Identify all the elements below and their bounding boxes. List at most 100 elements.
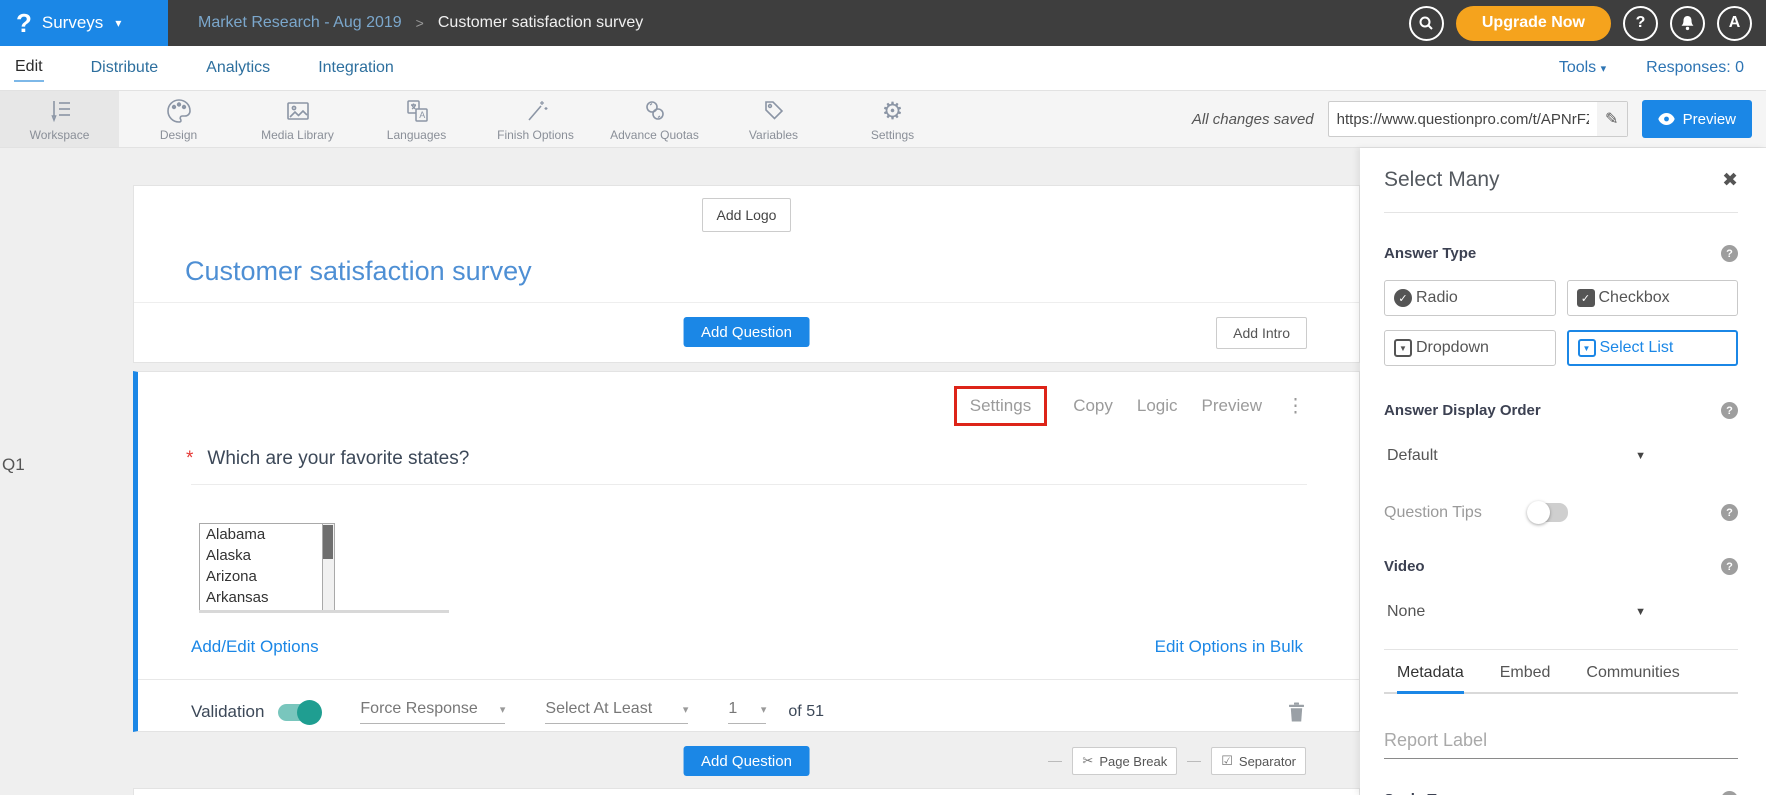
top-bar: ? Surveys ▾ Market Research - Aug 2019 >… (0, 0, 1766, 46)
editor-toolbar: Workspace Design Media Library A Languag… (0, 90, 1766, 148)
tab-metadata[interactable]: Metadata (1397, 664, 1464, 694)
toolbar-item-finish-options[interactable]: Finish Options (476, 91, 595, 147)
question-code: Q1 (2, 455, 25, 475)
help-icon[interactable]: ? (1721, 504, 1738, 521)
select-at-least-dropdown[interactable]: Select At Least ▾ (545, 700, 688, 724)
tab-embed[interactable]: Embed (1500, 664, 1551, 692)
required-asterisk: * (186, 448, 193, 470)
translate-icon: A (403, 96, 431, 126)
toolbar-item-settings[interactable]: ⚙ Settings (833, 91, 952, 147)
tools-menu[interactable]: Tools ▾ (1559, 59, 1606, 77)
toolbar-item-variables[interactable]: Variables (714, 91, 833, 147)
question-preview-action[interactable]: Preview (1202, 396, 1262, 416)
toolbar-item-workspace[interactable]: Workspace (0, 91, 119, 147)
chevron-down-icon: ▾ (500, 703, 506, 716)
dropdown-caret-icon: ▼ (1394, 339, 1412, 357)
toolbar-item-design[interactable]: Design (119, 91, 238, 147)
video-label: Video (1384, 558, 1425, 575)
video-dropdown[interactable]: None ▼ (1384, 603, 1646, 621)
add-logo-button[interactable]: Add Logo (702, 198, 792, 232)
responses-count[interactable]: Responses: 0 (1646, 59, 1744, 77)
page-break-button[interactable]: ✂ Page Break (1072, 747, 1177, 775)
add-question-button-bottom[interactable]: Add Question (683, 746, 810, 776)
connector-line (1048, 761, 1062, 762)
help-icon[interactable]: ? (1721, 245, 1738, 262)
metadata-tabs: Metadata Embed Communities (1384, 664, 1738, 694)
search-icon (1418, 15, 1434, 31)
select-list-caret-icon: ▼ (1578, 339, 1596, 357)
question-tips-toggle[interactable] (1528, 503, 1568, 522)
separator-button[interactable]: ☑ Separator (1211, 747, 1306, 775)
toolbar-item-languages[interactable]: A Languages (357, 91, 476, 147)
panel-title: Select Many (1384, 168, 1500, 192)
tab-communities[interactable]: Communities (1586, 664, 1679, 692)
list-scrollbar[interactable] (322, 524, 334, 610)
add-question-button-top[interactable]: Add Question (683, 317, 810, 347)
answer-select-list[interactable]: Alabama Alaska Arizona Arkansas (199, 523, 335, 611)
survey-canvas: Add Logo Customer satisfaction survey Ad… (133, 185, 1360, 795)
report-label-input[interactable] (1384, 726, 1738, 759)
answer-type-grid: ✓ Radio ✓ Checkbox ▼ Dropdown ▼ Select L… (1384, 280, 1738, 366)
edit-options-in-bulk-link[interactable]: Edit Options in Bulk (1155, 637, 1303, 657)
answer-underline (199, 610, 449, 613)
tag-icon (760, 96, 788, 126)
answer-type-radio[interactable]: ✓ Radio (1384, 280, 1556, 316)
survey-url-input[interactable] (1329, 111, 1597, 128)
validation-toggle[interactable] (278, 704, 320, 721)
eye-icon (1658, 113, 1675, 125)
toolbar-item-media-library[interactable]: Media Library (238, 91, 357, 147)
bell-icon (1680, 15, 1695, 31)
tab-edit[interactable]: Edit (14, 54, 44, 82)
help-icon[interactable]: ? (1721, 402, 1738, 419)
minimum-count-dropdown[interactable]: 1 ▾ (728, 700, 766, 724)
tab-integration[interactable]: Integration (317, 55, 395, 81)
answer-display-order-dropdown[interactable]: Default ▼ (1384, 447, 1646, 465)
help-icon[interactable]: ? (1721, 558, 1738, 575)
breadcrumb: Market Research - Aug 2019 > Customer sa… (198, 14, 643, 32)
question-text[interactable]: Which are your favorite states? (207, 448, 469, 470)
account-avatar[interactable]: A (1717, 6, 1752, 41)
breadcrumb-folder[interactable]: Market Research - Aug 2019 (198, 14, 402, 32)
notifications-button[interactable] (1670, 6, 1705, 41)
close-icon[interactable]: ✖ (1722, 169, 1738, 192)
help-icon[interactable]: ? (1721, 791, 1738, 795)
add-edit-options-link[interactable]: Add/Edit Options (191, 637, 319, 657)
next-section-card (133, 788, 1360, 795)
delete-question-button[interactable] (1288, 702, 1305, 722)
preview-button[interactable]: Preview (1642, 100, 1752, 138)
kebab-menu-icon[interactable]: ⋮ (1286, 395, 1305, 418)
list-item[interactable]: Arkansas (200, 587, 334, 608)
answer-type-select-list[interactable]: ▼ Select List (1567, 330, 1739, 366)
chevron-down-icon: ▾ (115, 16, 121, 30)
breadcrumb-chevron-icon: > (416, 15, 424, 31)
upgrade-now-button[interactable]: Upgrade Now (1456, 6, 1611, 41)
list-item[interactable]: Arizona (200, 566, 334, 587)
answer-type-checkbox[interactable]: ✓ Checkbox (1567, 280, 1739, 316)
question-logic-action[interactable]: Logic (1137, 396, 1178, 416)
list-scrollbar-thumb[interactable] (323, 525, 333, 559)
survey-nav: Edit Distribute Analytics Integration To… (0, 46, 1766, 90)
help-button[interactable]: ? (1623, 6, 1658, 41)
breadcrumb-current: Customer satisfaction survey (438, 14, 643, 32)
force-response-dropdown[interactable]: Force Response ▾ (360, 700, 505, 724)
surveys-menu-label: Surveys (42, 13, 103, 33)
question-copy-action[interactable]: Copy (1073, 396, 1113, 416)
tab-distribute[interactable]: Distribute (90, 55, 160, 81)
list-item[interactable]: Alaska (200, 545, 334, 566)
search-button[interactable] (1409, 6, 1444, 41)
validation-label: Validation (191, 702, 264, 722)
header-footer: Add Question Add Intro (134, 302, 1359, 362)
answer-type-dropdown[interactable]: ▼ Dropdown (1384, 330, 1556, 366)
question-settings-action[interactable]: Settings (954, 386, 1047, 426)
survey-url-field: ✎ (1328, 101, 1628, 137)
edit-url-pencil-icon[interactable]: ✎ (1597, 102, 1627, 136)
add-intro-button[interactable]: Add Intro (1216, 317, 1307, 349)
survey-title[interactable]: Customer satisfaction survey (185, 256, 1359, 287)
toolbar-item-advance-quotas[interactable]: Advance Quotas (595, 91, 714, 147)
quota-links-icon (641, 96, 669, 126)
question-tips-label: Question Tips (1384, 504, 1482, 522)
panel-divider (1384, 212, 1738, 213)
surveys-menu[interactable]: ? Surveys ▾ (0, 0, 168, 46)
tab-analytics[interactable]: Analytics (205, 55, 271, 81)
list-item[interactable]: Alabama (200, 524, 334, 545)
